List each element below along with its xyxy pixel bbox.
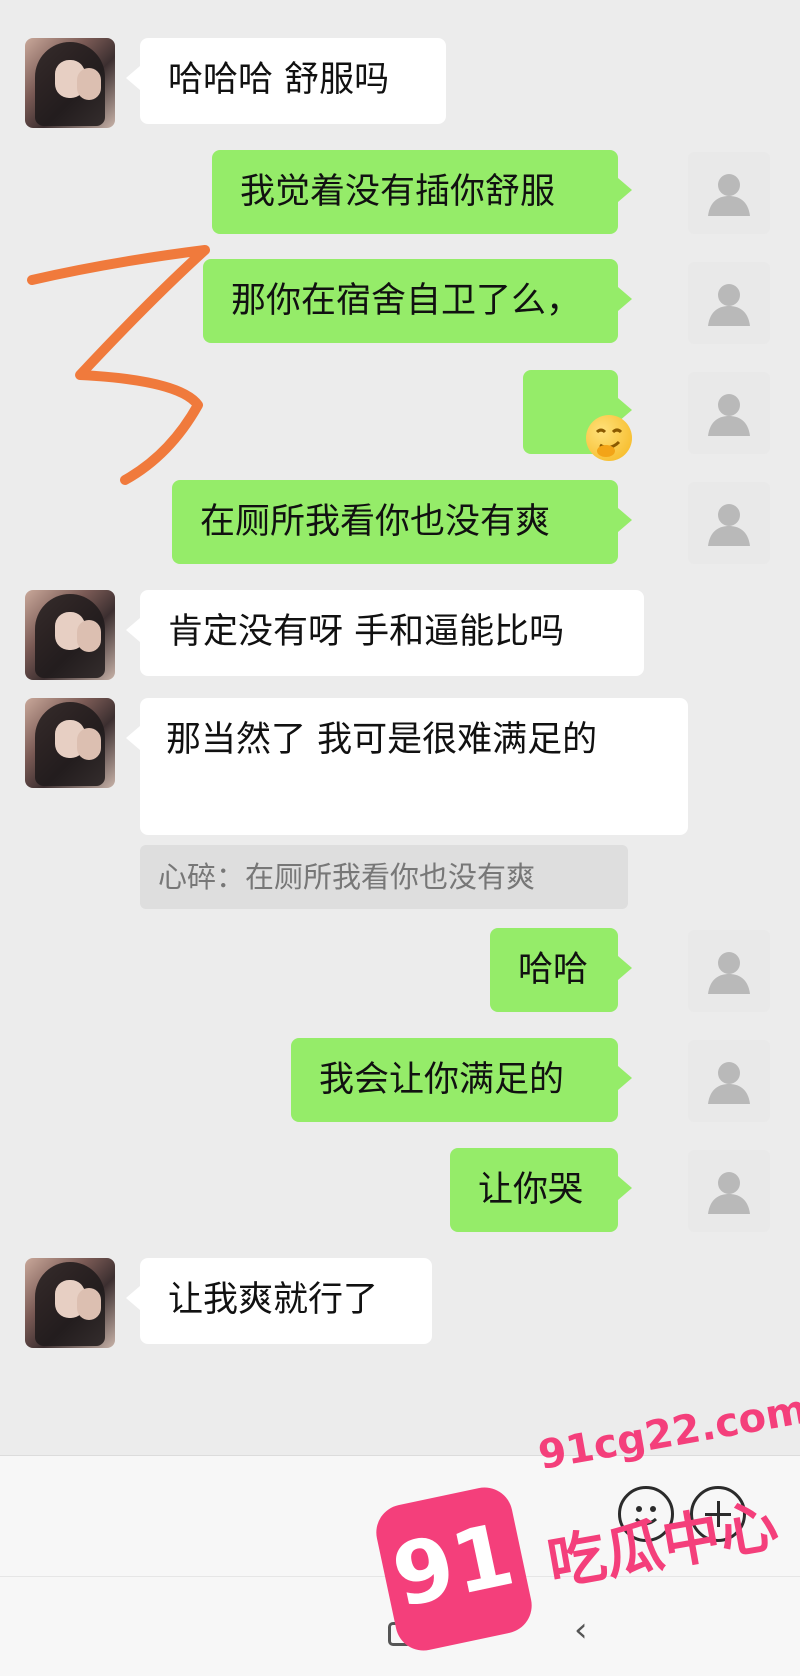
self-avatar[interactable] xyxy=(688,372,770,454)
message-bubble-outgoing[interactable]: 在厕所我看你也没有爽 xyxy=(172,480,632,564)
self-avatar[interactable] xyxy=(688,1150,770,1232)
message-bubble-outgoing[interactable]: 我会让你满足的 xyxy=(291,1038,632,1122)
smirk-face-emoji xyxy=(586,415,632,461)
self-avatar[interactable] xyxy=(688,262,770,344)
contact-avatar[interactable] xyxy=(25,1258,115,1348)
message-bubble-outgoing[interactable]: 那你在宿舍自卫了么， xyxy=(203,259,632,343)
message-bubble-outgoing[interactable]: 哈哈 xyxy=(490,928,632,1012)
message-bubble-incoming[interactable]: 肯定没有呀 手和逼能比吗 xyxy=(126,590,644,676)
self-avatar[interactable] xyxy=(688,152,770,234)
default-user-icon xyxy=(708,952,750,994)
message-bubble-incoming[interactable]: 那当然了 我可是很难满足的 xyxy=(126,698,688,835)
contact-avatar[interactable] xyxy=(25,698,115,788)
contact-avatar[interactable] xyxy=(25,38,115,128)
default-user-icon xyxy=(708,284,750,326)
default-user-icon xyxy=(708,504,750,546)
self-avatar[interactable] xyxy=(688,1040,770,1122)
watermark-badge: 91 xyxy=(371,1482,537,1656)
self-avatar[interactable] xyxy=(688,930,770,1012)
default-user-icon xyxy=(708,394,750,436)
chat-area: 哈哈哈 舒服吗 我觉着没有插你舒服 那你在宿舍自卫了么， 在厕所我看你也没有爽 … xyxy=(0,0,800,1455)
contact-avatar[interactable] xyxy=(25,590,115,680)
self-avatar[interactable] xyxy=(688,482,770,564)
default-user-icon xyxy=(708,1172,750,1214)
watermark-name: 吃瓜中心 xyxy=(542,1490,783,1599)
watermark-logo: 91 91cg22.com 吃瓜中心 xyxy=(371,1387,800,1670)
message-bubble-outgoing[interactable]: 我觉着没有插你舒服 xyxy=(212,150,632,234)
default-user-icon xyxy=(708,1062,750,1104)
default-user-icon xyxy=(708,174,750,216)
message-bubble-outgoing[interactable]: 让你哭 xyxy=(450,1148,632,1232)
message-bubble-incoming[interactable]: 哈哈哈 舒服吗 xyxy=(126,38,446,124)
quoted-reply[interactable]: 心碎：在厕所我看你也没有爽 xyxy=(140,845,628,909)
message-bubble-incoming[interactable]: 让我爽就行了 xyxy=(126,1258,432,1344)
